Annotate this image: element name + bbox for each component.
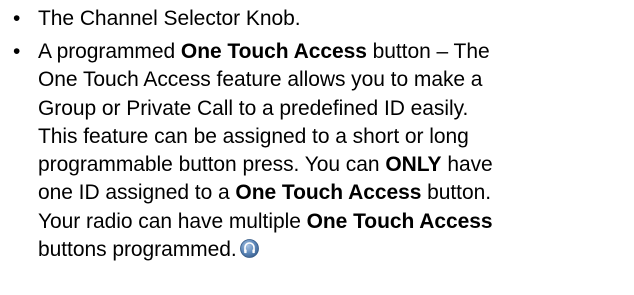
text-run: This feature can be assigned to a short …	[38, 124, 469, 148]
bold-term: One Touch Access	[180, 40, 367, 63]
bold-term: ONLY	[385, 153, 442, 177]
paragraph-line: Your radio can have multiple One Touch A…	[38, 208, 634, 236]
bullet-marker: •	[13, 7, 21, 30]
text-run: buttons programmed.	[38, 238, 237, 262]
paragraph-line: Group or Private Call to a predefined ID…	[38, 95, 634, 123]
bold-term: One Touch Access	[306, 209, 493, 233]
bullet-text: The Channel Selector Knob.	[38, 7, 301, 30]
paragraph-line: This feature can be assigned to a short …	[38, 123, 634, 151]
paragraph-line: programmable button press. You can ONLY …	[38, 151, 634, 179]
bold-term: One Touch Access	[235, 181, 422, 205]
text-run: A programmed	[38, 40, 181, 63]
radio-feature-emblem-icon	[239, 238, 259, 258]
paragraph-line: buttons programmed.	[38, 236, 634, 264]
text-run: button – The	[366, 40, 490, 63]
paragraph-line: one ID assigned to a One Touch Access bu…	[38, 179, 634, 207]
paragraph-line: A programmed One Touch Access button – T…	[38, 38, 634, 66]
text-run: Group or Private Call to a predefined ID…	[38, 96, 469, 120]
text-run: button.	[421, 181, 492, 205]
text-run: One Touch Access feature allows you to m…	[38, 68, 483, 92]
text-run: Your radio can have multiple	[38, 209, 307, 233]
text-run: have	[441, 153, 493, 177]
bullet-marker: •	[13, 40, 21, 63]
text-run: one ID assigned to a	[38, 181, 236, 205]
bullet-paragraph: A programmed One Touch Access button – T…	[38, 38, 634, 264]
paragraph-line: One Touch Access feature allows you to m…	[38, 66, 634, 94]
text-run: programmable button press. You can	[38, 153, 386, 177]
